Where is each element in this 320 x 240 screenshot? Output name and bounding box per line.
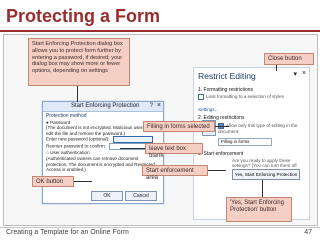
editing-option-label: Allow only this type of editing in the d…	[218, 123, 298, 134]
pane-close-icon[interactable]: ×	[302, 70, 306, 77]
reenter-password-input[interactable]	[109, 143, 150, 151]
chevron-down-icon[interactable]: ▾	[293, 70, 297, 78]
slide-title: Protecting a Form	[6, 6, 161, 26]
footer-caption: Creating a Template for an Online Form	[6, 229, 129, 236]
arrow-to-filling-forms	[215, 126, 229, 127]
callout-ok-button: OK button	[32, 176, 74, 187]
cancel-button[interactable]: Cancel	[125, 191, 157, 201]
formatting-restrictions-heading: 1. Formatting restrictions	[198, 87, 254, 93]
pane-title: Restrict Editing	[198, 71, 256, 81]
editing-type-dropdown[interactable]: Filling in forms	[218, 138, 272, 146]
dialog-buttons: OK Cancel	[91, 191, 159, 201]
arrow-to-enforcement-area	[208, 170, 226, 171]
enter-password-label: Enter new password (optional):	[46, 137, 110, 143]
callout-yes-start: 'Yes, Start Enforcing Protection' button	[226, 197, 292, 222]
password-option-label: Password	[50, 119, 71, 125]
reenter-password-row: Reenter password to confirm:	[46, 143, 160, 151]
callout-filling-in-forms: Filling in forms selected	[143, 121, 215, 132]
footer-divider	[0, 227, 320, 228]
title-divider	[0, 30, 320, 32]
arrow-to-close-button	[276, 65, 277, 71]
reenter-password-label: Reenter password to confirm:	[46, 144, 106, 150]
formatting-option-label: Limit formatting to a selection of style…	[206, 94, 284, 100]
formatting-checkbox[interactable]	[198, 94, 204, 100]
dialog-titlebar: Start Enforcing Protection ? ×	[43, 102, 163, 112]
arrow-to-yes-button	[262, 180, 263, 197]
callout-close-button: Close button	[264, 53, 314, 65]
dialog-close-icon[interactable]: ×	[157, 102, 161, 109]
arrow-to-dialog	[77, 86, 78, 102]
settings-link[interactable]: Settings...	[198, 107, 218, 112]
help-icon[interactable]: ?	[150, 103, 153, 109]
arrow-to-password-field	[120, 148, 145, 149]
editing-type-value: Filling in forms	[221, 139, 250, 144]
formatting-restrictions-option[interactable]: Limit formatting to a selection of style…	[198, 94, 303, 100]
dialog-title: Start Enforcing Protection	[71, 103, 140, 109]
pane-header: Restrict Editing ▾ ×	[194, 68, 309, 85]
arrow-to-ok-button	[74, 181, 92, 182]
callout-leave-blank: leave text box blank	[145, 143, 203, 159]
user-auth-label: User authentication	[50, 150, 90, 156]
callout-start-enforcement-area: Start enforcement area	[142, 165, 208, 181]
editing-restrictions-option[interactable]: Allow only this type of editing in the d…	[218, 123, 304, 134]
callout-start-enforcing-dialog: Start Enforcing Protection dialog box al…	[28, 38, 130, 86]
ok-button[interactable]: OK	[91, 191, 123, 201]
enter-password-row: Enter new password (optional):	[46, 136, 160, 144]
yes-start-enforcing-button[interactable]: Yes, Start Enforcing Protection	[232, 169, 300, 180]
page-number: 47	[304, 229, 312, 236]
start-enforcement-heading: 3. Start enforcement	[198, 151, 244, 157]
